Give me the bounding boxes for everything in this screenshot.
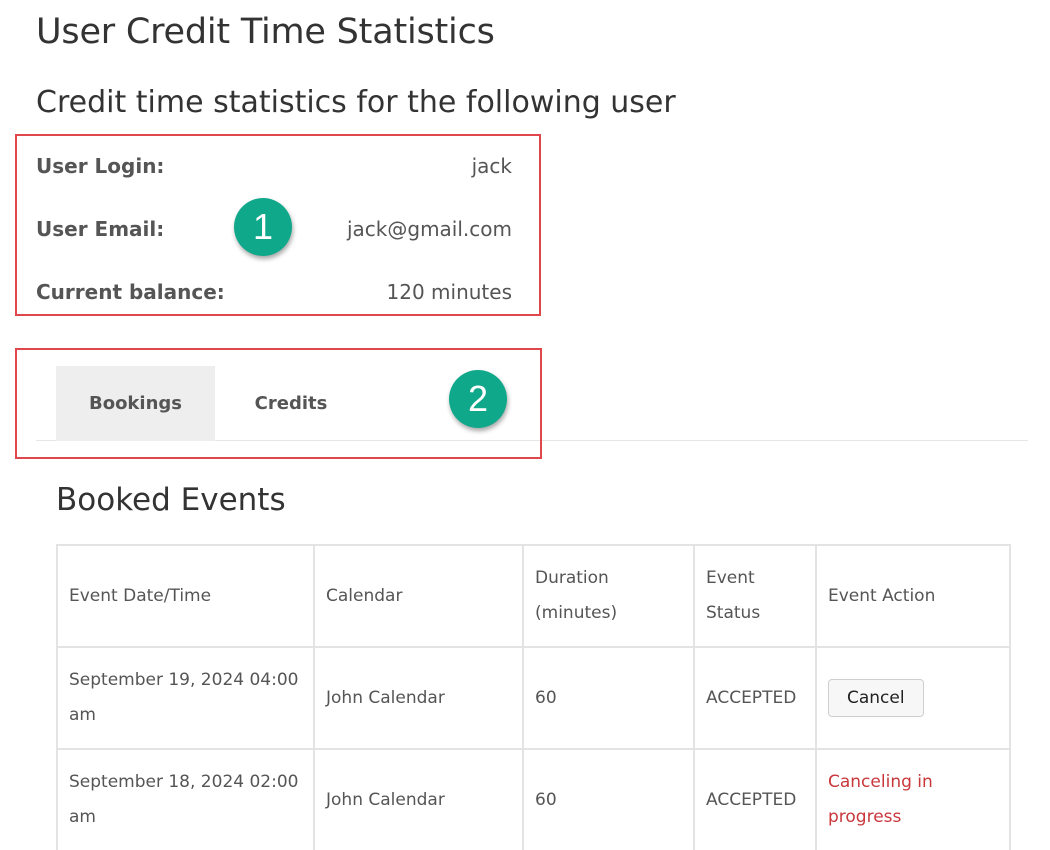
duration-cell: 60 (522, 748, 695, 850)
table-row: September 19, 2024 04:00 am John Calenda… (56, 646, 1011, 750)
header-event-datetime: Event Date/Time (56, 544, 315, 648)
annotation-badge-2: 2 (449, 370, 507, 428)
booked-events-table: Event Date/Time Calendar Duration (minut… (56, 544, 1011, 850)
annotation-badge-1: 1 (234, 198, 292, 256)
header-event-status: Event Status (693, 544, 817, 648)
page-title: User Credit Time Statistics (36, 12, 495, 52)
calendar-cell: John Calendar (313, 646, 524, 750)
event-datetime-cell: September 18, 2024 02:00 am (56, 748, 315, 850)
cancel-button[interactable]: Cancel (828, 679, 924, 717)
booked-events-title: Booked Events (56, 482, 286, 518)
header-event-action: Event Action (815, 544, 1011, 648)
header-calendar: Calendar (313, 544, 524, 648)
canceling-status-text: Canceling in progress (828, 772, 933, 827)
calendar-cell: John Calendar (313, 748, 524, 850)
event-action-cell: Cancel (815, 646, 1011, 750)
duration-cell: 60 (522, 646, 695, 750)
page-subtitle: Credit time statistics for the following… (36, 85, 676, 120)
event-datetime-cell: September 19, 2024 04:00 am (56, 646, 315, 750)
table-row: September 18, 2024 02:00 am John Calenda… (56, 748, 1011, 850)
credit-statistics-page: User Credit Time Statistics Credit time … (0, 0, 1050, 850)
header-duration: Duration (minutes) (522, 544, 695, 648)
event-status-cell: ACCEPTED (693, 748, 817, 850)
event-action-cell: Canceling in progress (815, 748, 1011, 850)
event-status-cell: ACCEPTED (693, 646, 817, 750)
table-header-row: Event Date/Time Calendar Duration (minut… (56, 544, 1011, 648)
